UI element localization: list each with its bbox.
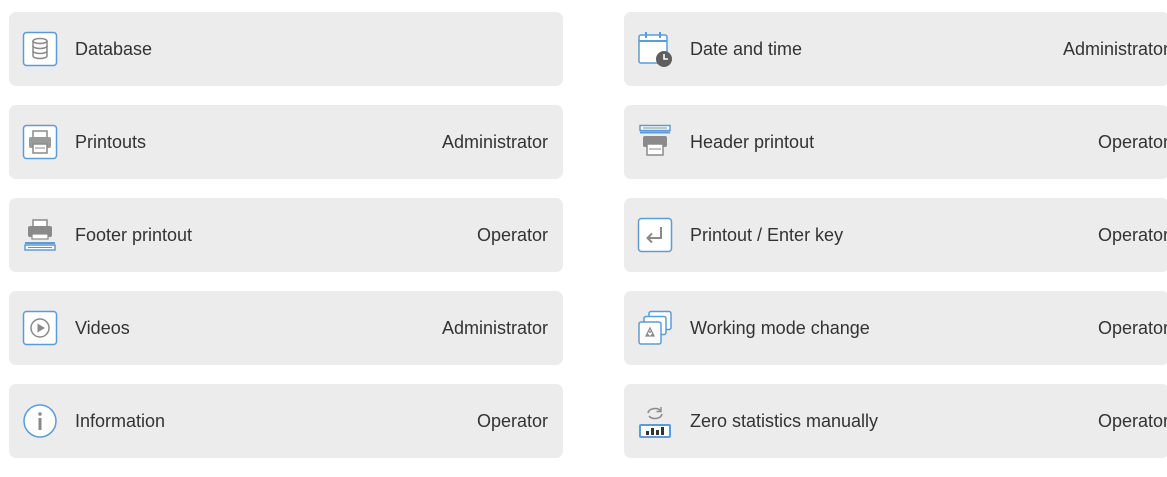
header-printout-icon (637, 124, 673, 160)
videos-icon (22, 310, 58, 346)
information-icon (22, 403, 58, 439)
menu-item-header-printout[interactable]: Header printout Operator (624, 105, 1167, 179)
menu-item-label: Working mode change (690, 318, 870, 338)
menu-item-label: Header printout (690, 132, 815, 152)
menu-item-label: Database (75, 39, 153, 59)
access-level: Operator (1097, 225, 1167, 245)
menu-item-label: Printouts (75, 132, 147, 152)
footer-printout-icon (22, 217, 58, 253)
zero-statistics-icon (637, 403, 673, 439)
menu-item-label: Footer printout (75, 225, 193, 245)
date-time-icon (637, 31, 673, 67)
menu-item-videos[interactable]: Videos Administrator (9, 291, 563, 365)
menu-item-database[interactable]: Database (9, 12, 563, 86)
right-menu-column: Date and time Administrator Header print… (624, 0, 1167, 477)
menu-item-zero-statistics-manually[interactable]: Zero statistics manually Operator (624, 384, 1167, 458)
menu-item-label: Printout / Enter key (690, 225, 844, 245)
access-level: Operator (1097, 132, 1167, 152)
menu-item-working-mode-change[interactable]: Working mode change Operator (624, 291, 1167, 365)
access-level: Administrator (441, 132, 548, 152)
enter-key-icon (637, 217, 673, 253)
menu-item-information[interactable]: Information Operator (9, 384, 563, 458)
access-level: Administrator (441, 318, 548, 338)
access-level: Administrator (1062, 39, 1167, 59)
menu-item-label: Zero statistics manually (690, 411, 879, 431)
access-level: Operator (476, 411, 548, 431)
left-menu-column: Database Printouts Administrator Footer … (9, 0, 563, 477)
database-icon (22, 31, 58, 67)
access-level: Operator (476, 225, 548, 245)
menu-item-label: Information (75, 411, 166, 431)
working-mode-icon (637, 310, 673, 346)
menu-item-label: Date and time (690, 39, 803, 59)
menu-item-printout-enter-key[interactable]: Printout / Enter key Operator (624, 198, 1167, 272)
printouts-icon (22, 124, 58, 160)
menu-item-printouts[interactable]: Printouts Administrator (9, 105, 563, 179)
access-level: Operator (1097, 411, 1167, 431)
menu-item-label: Videos (75, 318, 130, 338)
menu-item-footer-printout[interactable]: Footer printout Operator (9, 198, 563, 272)
menu-item-date-and-time[interactable]: Date and time Administrator (624, 12, 1167, 86)
access-level: Operator (1097, 318, 1167, 338)
